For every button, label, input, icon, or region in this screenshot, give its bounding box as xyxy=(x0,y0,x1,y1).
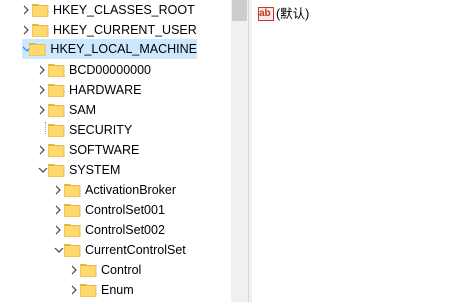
tree-vertical-scrollbar[interactable] xyxy=(231,0,248,302)
chevron-right-icon[interactable] xyxy=(38,80,48,100)
scrollbar-thumb[interactable] xyxy=(232,0,247,21)
chevron-right-icon[interactable] xyxy=(54,200,64,220)
chevron-right-icon[interactable] xyxy=(38,60,48,80)
tree-item-label: CurrentControlSet xyxy=(85,243,186,257)
tree-item-hkey-local-machine[interactable]: HKEY_LOCAL_MACHINE xyxy=(22,39,197,59)
folder-icon xyxy=(63,203,81,217)
folder-icon xyxy=(47,103,65,117)
tree-item-label: SOFTWARE xyxy=(69,143,140,157)
chevron-right-icon[interactable] xyxy=(54,180,64,200)
tree-item-label: BCD00000000 xyxy=(69,63,152,77)
chevron-down-icon[interactable] xyxy=(22,39,32,59)
tree-item-label: Control xyxy=(101,263,142,277)
tree-item-controlset001[interactable]: ControlSet001 xyxy=(54,200,231,220)
string-value-icon: ab xyxy=(258,7,274,21)
folder-icon xyxy=(47,143,65,157)
chevron-right-icon[interactable] xyxy=(70,260,80,280)
tree-item-enum[interactable]: Enum xyxy=(70,280,231,300)
tree-item-label: HKEY_CURRENT_USER xyxy=(53,23,197,37)
folder-icon xyxy=(63,223,81,237)
folder-icon xyxy=(47,63,65,77)
chevron-right-icon[interactable] xyxy=(70,280,80,300)
folder-icon xyxy=(29,42,46,56)
folder-icon xyxy=(63,183,81,197)
tree-item-label: ControlSet002 xyxy=(85,223,165,237)
tree-item-label: SAM xyxy=(69,103,97,117)
tree-item-label: SECURITY xyxy=(69,123,133,137)
registry-tree-pane[interactable]: HKEY_CLASSES_ROOT HKEY_CURRENT_USER HKEY… xyxy=(0,0,231,302)
folder-icon xyxy=(47,123,65,137)
tree-item-control[interactable]: Control xyxy=(70,260,231,280)
folder-icon xyxy=(63,243,81,257)
value-row-default[interactable]: ab (默认) xyxy=(258,5,309,23)
tree-item-controlset002[interactable]: ControlSet002 xyxy=(54,220,231,240)
chevron-right-icon[interactable] xyxy=(38,140,48,160)
registry-values-pane[interactable]: ab (默认) xyxy=(252,0,475,302)
tree-item-label: ControlSet001 xyxy=(85,203,165,217)
tree-item-security[interactable]: SECURITY xyxy=(38,120,231,140)
tree-item-activationbroker[interactable]: ActivationBroker xyxy=(54,180,231,200)
tree-item-software[interactable]: SOFTWARE xyxy=(38,140,231,160)
chevron-right-icon[interactable] xyxy=(54,220,64,240)
string-value-icon-text: ab xyxy=(259,8,271,19)
chevron-right-icon[interactable] xyxy=(22,0,32,20)
tree-item-currentcontrolset[interactable]: CurrentControlSet xyxy=(54,240,231,260)
folder-icon xyxy=(31,3,49,17)
tree-item-label: Enum xyxy=(101,283,134,297)
value-name: (默认) xyxy=(276,7,310,21)
tree-item-hkey-classes-root[interactable]: HKEY_CLASSES_ROOT xyxy=(22,0,231,20)
chevron-down-icon[interactable] xyxy=(54,240,64,260)
tree-item-label: ActivationBroker xyxy=(85,183,177,197)
tree-item-sam[interactable]: SAM xyxy=(38,100,231,120)
tree-item-label: HARDWARE xyxy=(69,83,142,97)
chevron-down-icon[interactable] xyxy=(38,160,48,180)
tree-item-bcd00000000[interactable]: BCD00000000 xyxy=(38,60,231,80)
tree-item-hardware[interactable]: HARDWARE xyxy=(38,80,231,100)
tree-item-label: SYSTEM xyxy=(69,163,121,177)
tree-item-system[interactable]: SYSTEM xyxy=(38,160,231,180)
chevron-right-icon[interactable] xyxy=(22,20,32,40)
folder-icon xyxy=(47,83,65,97)
folder-icon xyxy=(79,283,97,297)
folder-icon xyxy=(31,23,49,37)
folder-icon xyxy=(47,163,65,177)
tree-item-hkey-current-user[interactable]: HKEY_CURRENT_USER xyxy=(22,20,231,40)
tree-item-label: HKEY_LOCAL_MACHINE xyxy=(50,42,197,56)
chevron-right-icon[interactable] xyxy=(38,100,48,120)
tree-item-label: HKEY_CLASSES_ROOT xyxy=(53,3,195,17)
folder-icon xyxy=(79,263,97,277)
